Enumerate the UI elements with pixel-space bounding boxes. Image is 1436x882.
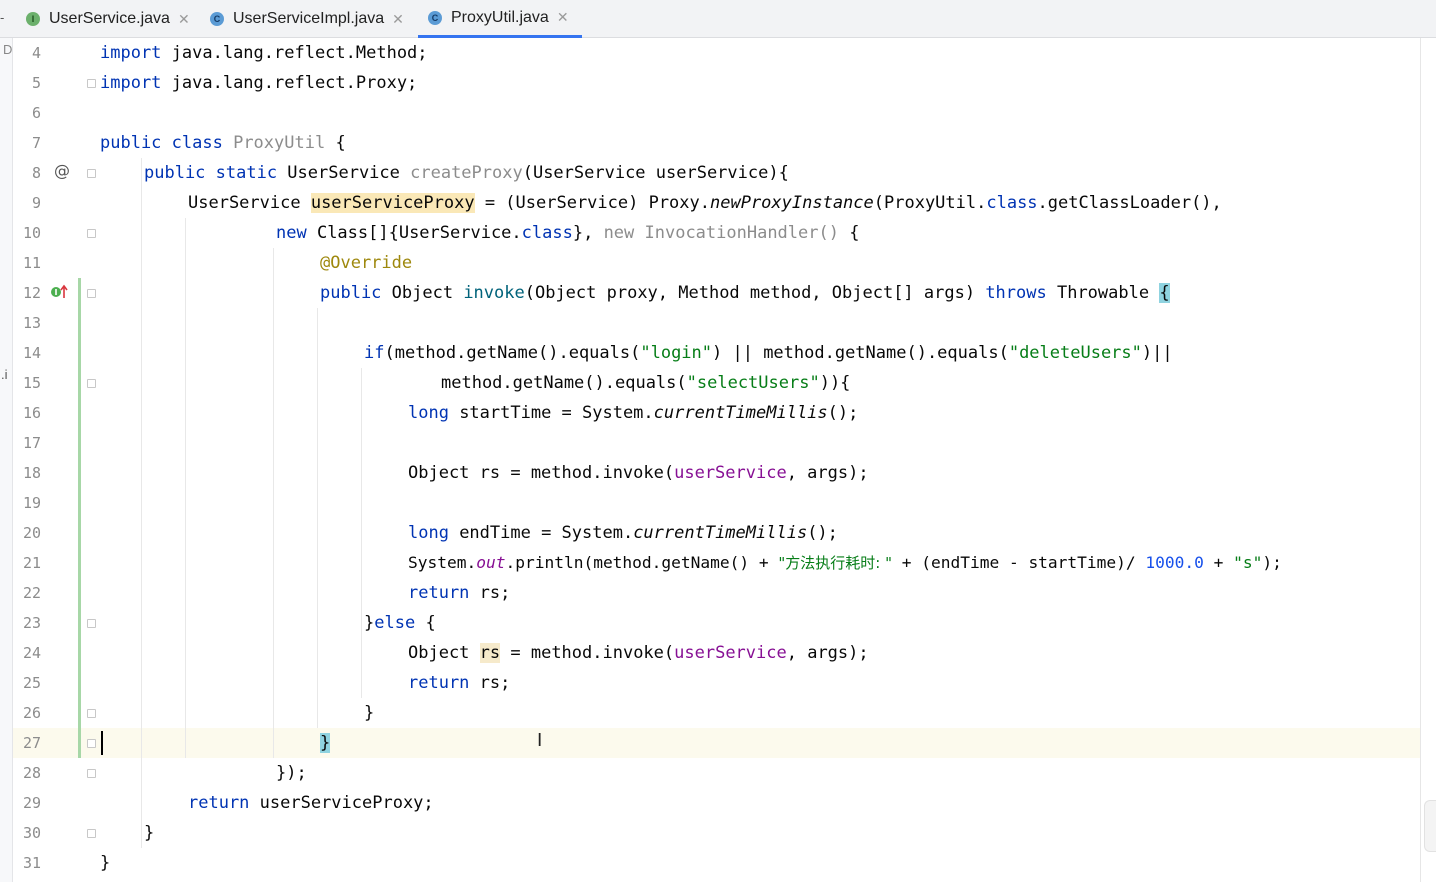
class-file-icon: C	[428, 10, 442, 25]
code-line-8[interactable]: public static UserService createProxy(Us…	[144, 158, 789, 188]
code-line-12[interactable]: public Object invoke(Object proxy, Metho…	[320, 278, 1170, 308]
code-line-26[interactable]: }	[364, 698, 374, 728]
line-number[interactable]: 30	[13, 818, 41, 848]
line-number[interactable]: 16	[13, 398, 41, 428]
line-number[interactable]: 23	[13, 608, 41, 638]
code-line-11[interactable]: @Override	[320, 248, 412, 278]
fold-marker[interactable]	[87, 709, 96, 718]
tab-userserviceimpl-java[interactable]: C UserServiceImpl.java ✕	[210, 0, 404, 38]
class-file-icon: C	[210, 12, 224, 26]
code-line-9[interactable]: UserService userServiceProxy = (UserServ…	[188, 188, 1222, 218]
text-caret	[101, 731, 103, 755]
ibeam-cursor-icon: I	[537, 730, 543, 751]
line-number[interactable]: 26	[13, 698, 41, 728]
line-number[interactable]: 8	[13, 158, 41, 188]
code-line-27[interactable]: }	[320, 728, 331, 758]
fold-marker[interactable]	[87, 229, 96, 238]
line-number[interactable]: 21	[13, 548, 41, 578]
line-number[interactable]: 5	[13, 68, 41, 98]
code-line-25[interactable]: return rs;	[408, 668, 510, 698]
close-icon[interactable]: ✕	[557, 9, 569, 26]
line-number[interactable]: 9	[13, 188, 41, 218]
implements-method-icon[interactable]	[50, 284, 68, 300]
left-panel-stub-text: -	[0, 10, 5, 25]
line-number[interactable]: 18	[13, 458, 41, 488]
right-margin-guide	[1420, 38, 1421, 882]
line-number[interactable]: 14	[13, 338, 41, 368]
line-number[interactable]: 19	[13, 488, 41, 518]
code-line-20[interactable]: long endTime = System.currentTimeMillis(…	[408, 518, 838, 548]
code-line-4[interactable]: import java.lang.reflect.Method;	[100, 38, 428, 68]
line-number[interactable]: 28	[13, 758, 41, 788]
fold-marker[interactable]	[87, 169, 96, 178]
code-line-29[interactable]: return userServiceProxy;	[188, 788, 434, 818]
project-panel-edge: D .i	[0, 38, 13, 882]
override-at-icon[interactable]: @	[54, 161, 70, 180]
line-number[interactable]: 12	[13, 278, 41, 308]
line-number[interactable]: 31	[13, 848, 41, 878]
fold-marker[interactable]	[87, 619, 96, 628]
tab-label: UserServiceImpl.java	[233, 10, 385, 27]
line-number[interactable]: 15	[13, 368, 41, 398]
code-line-18[interactable]: Object rs = method.invoke(userService, a…	[408, 458, 869, 488]
indent-guide	[273, 248, 274, 758]
fold-marker[interactable]	[87, 79, 96, 88]
code-line-22[interactable]: return rs;	[408, 578, 510, 608]
line-number[interactable]: 6	[13, 98, 41, 128]
code-line-30[interactable]: }	[144, 818, 154, 848]
tab-proxyutil-java[interactable]: C ProxyUtil.java ✕	[418, 0, 582, 38]
code-line-16[interactable]: long startTime = System.currentTimeMilli…	[408, 398, 858, 428]
interface-file-icon: I	[26, 12, 40, 26]
code-line-7[interactable]: public class ProxyUtil {	[100, 128, 346, 158]
code-line-31[interactable]: }	[100, 848, 110, 878]
line-number[interactable]: 17	[13, 428, 41, 458]
line-number[interactable]: 7	[13, 128, 41, 158]
line-number[interactable]: 11	[13, 248, 41, 278]
fold-marker[interactable]	[87, 739, 96, 748]
indent-guide	[361, 368, 362, 698]
indent-guide	[317, 308, 318, 728]
indent-guide	[185, 218, 186, 758]
tab-label: UserService.java	[49, 10, 170, 27]
line-number[interactable]: 20	[13, 518, 41, 548]
line-number[interactable]: 10	[13, 218, 41, 248]
code-line-23[interactable]: }else {	[364, 608, 436, 638]
line-number[interactable]: 22	[13, 578, 41, 608]
fold-marker[interactable]	[87, 829, 96, 838]
line-number[interactable]: 27	[13, 728, 41, 758]
line-number[interactable]: 24	[13, 638, 41, 668]
code-line-28[interactable]: });	[276, 758, 307, 788]
line-number[interactable]: 25	[13, 668, 41, 698]
code-line-15[interactable]: method.getName().equals("selectUsers")){	[441, 368, 850, 398]
close-icon[interactable]: ✕	[178, 11, 190, 28]
fold-marker[interactable]	[87, 289, 96, 298]
line-number[interactable]: 4	[13, 38, 41, 68]
code-line-10[interactable]: new Class[]{UserService.class}, new Invo…	[276, 218, 859, 248]
tab-label: ProxyUtil.java	[451, 8, 549, 26]
vcs-change-marker[interactable]	[78, 278, 81, 758]
editor-scrollbar[interactable]	[1424, 800, 1436, 852]
close-icon[interactable]: ✕	[392, 11, 404, 28]
line-number[interactable]: 29	[13, 788, 41, 818]
panel-stub-mid: .i	[1, 367, 8, 382]
current-line-highlight	[13, 728, 1420, 758]
line-number[interactable]: 13	[13, 308, 41, 338]
fold-marker[interactable]	[87, 769, 96, 778]
editor-tab-bar: - I UserService.java ✕ C UserServiceImpl…	[0, 0, 1436, 38]
fold-marker[interactable]	[87, 379, 96, 388]
code-line-5[interactable]: import java.lang.reflect.Proxy;	[100, 68, 417, 98]
code-line-14[interactable]: if(method.getName().equals("login") || m…	[364, 338, 1173, 368]
tab-userservice-java[interactable]: I UserService.java ✕	[26, 0, 190, 38]
code-line-24[interactable]: Object rs = method.invoke(userService, a…	[408, 638, 869, 668]
code-line-21[interactable]: System.out.println(method.getName() + "方…	[408, 548, 1282, 578]
indent-guide	[141, 158, 142, 848]
